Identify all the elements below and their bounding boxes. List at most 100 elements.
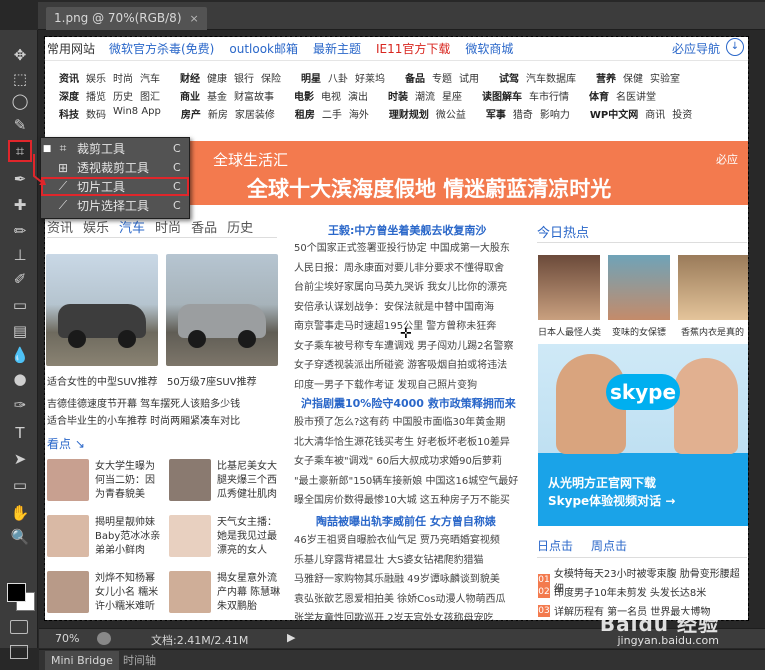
category-link: 试驾 xyxy=(499,74,519,85)
headline: 陶喆被曝出轨李威前任 女方曾自称婊 xyxy=(316,515,496,528)
rank-tab: 日点击 xyxy=(537,539,574,553)
tab-timeline[interactable]: 时间轴 xyxy=(123,651,156,670)
foreground-color-swatch[interactable] xyxy=(7,583,26,602)
red-arrow-icon xyxy=(33,154,46,185)
link-group: 体育 名医讲堂 xyxy=(589,88,656,106)
news-tab: 时尚 xyxy=(155,221,182,236)
category-link: 新房 xyxy=(207,110,228,121)
skype-ad: skype 从光明方正官网下载 Skype体验视频对话 → xyxy=(538,344,748,526)
news-item: 46岁王祖贤自曝脸衣仙气足 贾乃亮晒婚宴视频 xyxy=(294,535,500,546)
link-row: 深度 播览 历史 图汇 商业 基金 财富故事 电影 电视 演出 时装 潮流 星座 读图解车 车市行情 体育 名医… xyxy=(59,88,739,106)
rank-text: 印度男子10年未剪发 头发长达8米 xyxy=(554,588,707,599)
news-item: 人民日报：周永康面对要儿非分要求不懂得取舍 xyxy=(294,262,504,274)
eyedropper-icon[interactable]: ✒ xyxy=(8,168,32,190)
stamp-icon[interactable]: ⊥ xyxy=(8,244,32,266)
move-icon[interactable]: ✥ xyxy=(8,44,32,66)
healing-icon[interactable]: ✚ xyxy=(8,194,32,216)
link-group: 商业 基金 财富故事 xyxy=(180,88,274,106)
link-group: 读图解车 车市行情 xyxy=(482,88,569,106)
slice-icon: ⟋ xyxy=(58,198,68,212)
down-arrow-icon: ↓ xyxy=(726,38,744,56)
section-title: 看点 ↘ xyxy=(47,437,85,451)
hot-caption: 日本人最怪人类 xyxy=(538,328,602,338)
thumb-photo xyxy=(169,571,211,613)
quick-mask-icon[interactable] xyxy=(10,620,28,634)
link-group: 深度 播览 历史 图汇 xyxy=(59,88,160,106)
headline: 沪指剧震10%险守4000 救市政策释拥而来 xyxy=(301,397,516,410)
info-icon[interactable] xyxy=(97,632,111,645)
top-links: 微软官方杀毒(免费) outlook邮箱 最新主题 IE11官方下载 微软商城 xyxy=(109,40,513,57)
category-link: 娱乐 xyxy=(86,74,106,85)
quick-select-icon[interactable]: ✎ xyxy=(8,114,32,136)
category-link: 历史 xyxy=(113,92,133,103)
flyout-item[interactable]: ■ ⌗ 裁剪工具 C xyxy=(41,139,189,158)
marquee-icon[interactable]: ⬚ xyxy=(8,68,32,90)
look-item: 比基尼美女大腿夹爆三个西瓜秀健壮肌肉 xyxy=(217,461,277,500)
lasso-icon[interactable]: ◯ xyxy=(8,90,32,112)
hot-today-title: 今日热点 xyxy=(537,226,590,241)
pen-icon[interactable]: ✑ xyxy=(8,394,32,416)
bottom-panel-tabs: Mini Bridge 时间轴 xyxy=(39,649,765,670)
category-link: 汽车 xyxy=(140,74,160,85)
look-item: 天气女主播：她是我见过最漂亮的女人 xyxy=(217,517,277,556)
history-brush-icon[interactable]: ✐ xyxy=(8,268,32,290)
category-link: 实验室 xyxy=(650,74,680,85)
zoom-level[interactable]: 70% xyxy=(55,632,79,645)
news-item: 北大清华恰生源花钱买考生 好老板坏老板10差异 xyxy=(294,436,510,448)
flyout-item[interactable]: ⟋ 切片工具 C xyxy=(41,177,189,196)
crop-icon[interactable]: ⌗ xyxy=(8,140,32,162)
eraser-icon[interactable]: ▭ xyxy=(8,294,32,316)
category-link: 海外 xyxy=(348,110,369,121)
hand-icon[interactable]: ✋ xyxy=(8,502,32,524)
link-group: 明星 八卦 好莱坞 xyxy=(301,70,385,88)
tab-mini-bridge[interactable]: Mini Bridge xyxy=(45,651,119,670)
document-tab[interactable]: 1.png @ 70%(RGB/8) × xyxy=(46,7,207,30)
play-icon[interactable]: ▶ xyxy=(287,631,295,644)
link-group: WP中文网 商讯 投资 xyxy=(590,106,692,124)
top-nav: 常用网站 微软官方杀毒(免费) outlook邮箱 最新主题 IE11官方下载 … xyxy=(45,37,748,61)
flyout-item[interactable]: ⟋ 切片选择工具 C xyxy=(41,196,189,215)
brush-icon[interactable]: ✏ xyxy=(8,220,32,242)
news-item: 安倍承认谋划战争：安保法就是中替中国南海 xyxy=(294,301,494,313)
news-item: 股市预了怎么?这有药 中国股市面临30年黄金期 xyxy=(294,417,506,428)
category-link: 深度 xyxy=(59,92,79,103)
path-select-icon[interactable]: ➤ xyxy=(8,448,32,470)
top-link: outlook邮箱 xyxy=(229,42,298,56)
category-link: 备品 xyxy=(405,74,425,85)
shortcut-key: C xyxy=(173,180,181,193)
close-icon[interactable]: × xyxy=(190,7,199,30)
flyout-item[interactable]: ⊞ 透视裁剪工具 C xyxy=(41,158,189,177)
rank-number: 02 xyxy=(538,585,550,598)
hot-caption: 变味的女保镖 xyxy=(612,328,667,338)
headline: 王毅:中方曾坐着美舰去收复南沙 xyxy=(328,224,487,237)
category-link: 健康 xyxy=(207,74,227,85)
category-link: 好莱坞 xyxy=(355,74,385,85)
category-link: 影响力 xyxy=(539,110,570,121)
category-link: 理财规划 xyxy=(388,110,429,121)
zoom-icon[interactable]: 🔍 xyxy=(8,526,32,548)
home-label: 常用网站 xyxy=(47,42,96,56)
news-list: 50个国家正式签署亚投行协定 中国成第一大股东 人民日报：周永康面对要儿非分要求不… xyxy=(294,239,514,395)
shape-icon[interactable]: ▭ xyxy=(8,474,32,496)
news-tab: 娱乐 xyxy=(83,221,110,236)
top-link: 最新主题 xyxy=(313,42,362,56)
crop-icon: ⌗ xyxy=(59,141,67,155)
news-item: 50个国家正式签署亚投行协定 中国成第一大股东 xyxy=(294,243,510,254)
category-link: 微公益 xyxy=(435,110,466,121)
gradient-icon[interactable]: ▤ xyxy=(8,320,32,342)
rank-item: 02 印度男子10年未剪发 头发长达8米 xyxy=(538,584,706,599)
type-icon[interactable]: T xyxy=(8,422,32,444)
screen-mode-icon[interactable] xyxy=(10,645,28,659)
category-link: 资讯 xyxy=(59,74,79,85)
dodge-icon[interactable]: ● xyxy=(8,368,32,390)
news-item: 女子乘车被"调戏" 60后大叔成功求婚90后萝莉 xyxy=(294,456,502,467)
link-group: 科技 数码 Win8 App xyxy=(59,106,161,124)
blur-icon[interactable]: 💧 xyxy=(8,344,32,366)
link-group: 时装 潮流 星座 xyxy=(388,88,462,106)
left-news-item: 吉德佳德速度节开幕 驾车摆死人该赔多少钱 xyxy=(47,399,241,410)
canvas-area[interactable]: 常用网站 微软官方杀毒(免费) outlook邮箱 最新主题 IE11官方下载 … xyxy=(39,31,765,628)
thumb-photo xyxy=(169,515,211,557)
suv-photo xyxy=(46,254,158,366)
category-link: 家居装修 xyxy=(234,110,275,121)
rank-tabs: 日点击 周点击 xyxy=(537,537,627,554)
